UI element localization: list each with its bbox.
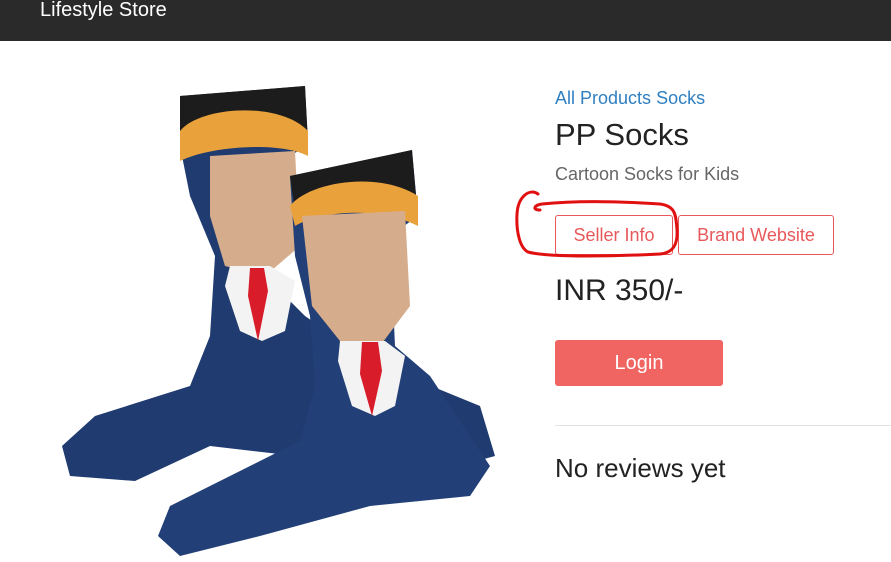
breadcrumb-all-products[interactable]: All Products bbox=[555, 88, 651, 108]
reviews-heading: No reviews yet bbox=[555, 453, 726, 483]
product-subtitle: Cartoon Socks for Kids bbox=[555, 164, 740, 184]
login-button[interactable]: Login bbox=[555, 340, 723, 386]
seller-info-button[interactable]: Seller Info bbox=[555, 215, 673, 255]
brand-logo-text[interactable]: Lifestyle Store bbox=[40, 0, 167, 23]
brand-website-button[interactable]: Brand Website bbox=[678, 215, 834, 255]
breadcrumb-socks[interactable]: Socks bbox=[656, 88, 705, 108]
product-title: PP Socks bbox=[555, 117, 689, 152]
product-price: INR 350/- bbox=[555, 274, 684, 307]
section-divider bbox=[555, 425, 891, 426]
breadcrumb: All Products Socks bbox=[555, 86, 705, 110]
top-navbar: Lifestyle Store bbox=[0, 0, 891, 41]
product-image bbox=[62, 86, 495, 556]
